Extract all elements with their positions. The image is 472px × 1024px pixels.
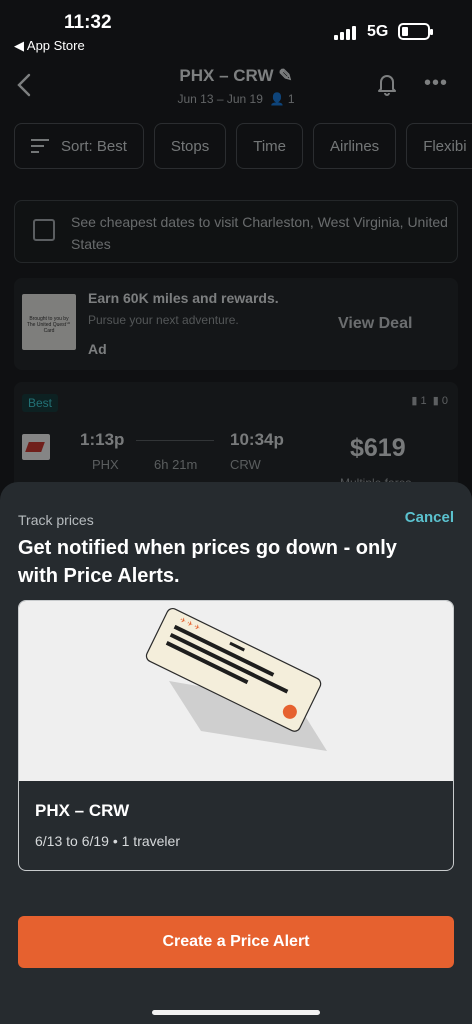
- alert-dates-travelers: 6/13 to 6/19 • 1 traveler: [35, 833, 180, 849]
- signal-icon: [334, 26, 356, 40]
- home-indicator[interactable]: [152, 1010, 320, 1015]
- screen: PHX – CRW ✎ Jun 13 – Jun 19 👤 1 ••• Sort…: [0, 0, 472, 1024]
- battery-icon: [398, 23, 433, 40]
- status-bar: 11:32 ◀ App Store 5G: [0, 0, 472, 56]
- cancel-button[interactable]: Cancel: [405, 509, 454, 526]
- back-to-app-store-link[interactable]: ◀ App Store: [14, 38, 85, 54]
- network-type: 5G: [367, 23, 389, 40]
- clock: 11:32: [64, 12, 112, 33]
- price-alert-sheet: Track prices Cancel Get notified when pr…: [0, 482, 472, 1024]
- alert-details: PHX – CRW 6/13 to 6/19 • 1 traveler: [19, 781, 453, 870]
- price-alert-preview-card: ✈ ✈ ✈ PHX – CRW 6/13 to 6/19 • 1 travele…: [18, 600, 454, 871]
- create-price-alert-button[interactable]: Create a Price Alert: [18, 916, 454, 968]
- alert-route: PHX – CRW: [35, 801, 130, 820]
- sheet-label: Track prices: [18, 512, 94, 528]
- boarding-pass-illustration: ✈ ✈ ✈: [19, 601, 453, 781]
- sheet-title: Get notified when prices go down - only …: [18, 537, 397, 587]
